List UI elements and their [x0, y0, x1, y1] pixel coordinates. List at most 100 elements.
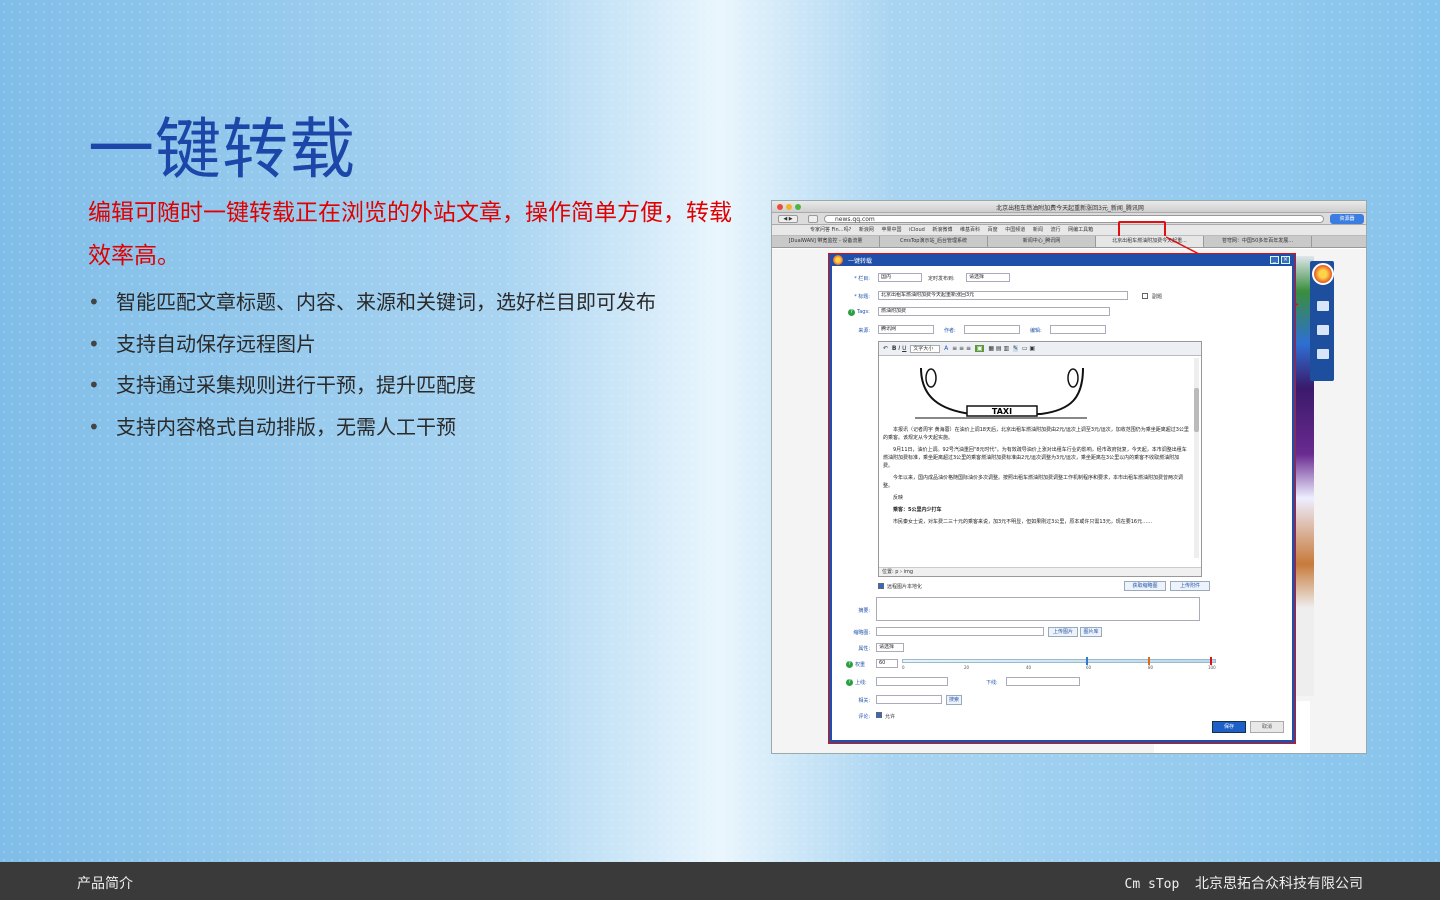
feature-text: 支持通过采集规则进行干预，提升匹配度	[116, 373, 476, 397]
weight-scale-label: 60	[1086, 665, 1092, 670]
summary-textarea[interactable]	[876, 597, 1200, 621]
save-remote-images-checkbox[interactable]	[878, 583, 884, 589]
title-label: * 标题:	[854, 294, 870, 300]
feature-text: 支持内容格式自动排版，无需人工干预	[116, 414, 456, 439]
help-icon[interactable]: ?	[848, 309, 855, 316]
feature-item: • 智能匹配文章标题、内容、来源和关键词，选好栏目即可发布	[88, 282, 748, 324]
author-label: 作者:	[944, 328, 956, 334]
slide-footer: 产品简介 Cm sTop 北京思拓合众科技有限公司	[0, 862, 1440, 900]
undo-icon[interactable]: ↶	[883, 345, 888, 352]
subtitle-checkbox[interactable]	[1142, 293, 1148, 299]
tags-input[interactable]: 燃油附加费	[878, 307, 1110, 316]
weight-label: 权重	[855, 662, 866, 668]
dialog-close-button[interactable]: ×	[1281, 256, 1290, 264]
help-icon[interactable]: ?	[846, 679, 853, 686]
dialog-title: 一键转载	[848, 258, 873, 265]
upload-image-button[interactable]: 上传图片	[1048, 627, 1078, 637]
weight-scale-label: 100	[1208, 665, 1216, 670]
title-input[interactable]: 北京出租车燃油附加费今天起重新涨回3元	[878, 291, 1128, 300]
article-paragraph: 本报讯（记者周宇 黄海蓉）在油价上调18天后，北京出租车燃油附加费由2元/运次上…	[883, 427, 1189, 441]
timed-publish-select[interactable]: 请选择	[966, 273, 1010, 282]
feature-item: • 支持自动保存远程图片	[88, 324, 748, 366]
image-library-button[interactable]: 图片库	[1080, 627, 1102, 637]
weight-input[interactable]: 60	[876, 659, 898, 668]
save-button[interactable]: 保存	[1212, 721, 1246, 733]
related-input[interactable]	[876, 695, 942, 704]
subtitle-label: 副题	[1152, 294, 1163, 300]
footer-section-label: 产品简介	[77, 876, 133, 892]
source-label: 来源:	[858, 328, 870, 334]
italic-icon[interactable]: I	[898, 345, 900, 352]
weight-slider-handle[interactable]	[1086, 657, 1088, 665]
feature-item: • 支持内容格式自动排版，无需人工干预	[88, 407, 748, 449]
tags-label: Tags:	[857, 309, 870, 315]
product-screenshot: 北京出租车燃油附加费今天起重新涨回3元_新闻_腾讯网 ◀ ▶ news.qq.c…	[771, 200, 1367, 754]
column-select[interactable]: 国内	[878, 273, 922, 282]
column-label: * 栏目:	[854, 276, 870, 282]
thumbnail-input[interactable]	[876, 627, 1044, 636]
related-label: 相关:	[858, 698, 870, 704]
dialog-logo-icon	[833, 255, 843, 265]
offline-date-input[interactable]	[1006, 677, 1080, 686]
search-button[interactable]: 搜索	[946, 695, 962, 705]
cancel-button[interactable]: 取消	[1250, 721, 1284, 733]
upload-attachment-button[interactable]: 上传附件	[1170, 581, 1210, 591]
feature-list: • 智能匹配文章标题、内容、来源和关键词，选好栏目即可发布 • 支持自动保存远程图片…	[88, 282, 748, 448]
author-input[interactable]	[964, 325, 1020, 334]
bullet-icon: •	[88, 373, 100, 397]
save-remote-images-label: 远程图片本地化	[887, 584, 923, 590]
feature-item: • 支持通过采集规则进行干预，提升匹配度	[88, 365, 748, 407]
online-label: 上线:	[855, 680, 867, 686]
comment-checkbox[interactable]	[876, 712, 882, 718]
bullet-icon: •	[88, 414, 100, 439]
bullet-icon: •	[88, 331, 100, 356]
weight-slider-marker	[1148, 657, 1150, 665]
source-input[interactable]: 腾讯网	[878, 325, 934, 334]
bold-icon[interactable]: B	[892, 345, 897, 352]
editor-toolbar: ↶ B I U 文字大小 A ≡ ≡ ≡ ▣ ▦ ▤ ▥ ✎ ▭ ▣	[879, 342, 1201, 356]
footer-company: Cm sTop 北京思拓合众科技有限公司	[1125, 873, 1363, 893]
auto-thumb-button[interactable]: 获取缩略图	[1124, 581, 1166, 591]
article-paragraph: 乘客：5公里内少打车	[893, 507, 942, 513]
table-icon[interactable]: ▦ ▤ ▥	[988, 345, 1009, 352]
help-icon[interactable]: ?	[846, 661, 853, 668]
online-date-input[interactable]	[876, 677, 948, 686]
editor-status-path: 位置: p › img	[879, 567, 1201, 576]
rich-text-editor[interactable]: ↶ B I U 文字大小 A ≡ ≡ ≡ ▣ ▦ ▤ ▥ ✎ ▭ ▣ TAXI …	[878, 341, 1202, 577]
weight-slider[interactable]	[902, 659, 1216, 663]
attribute-select[interactable]: 请选择	[876, 643, 904, 652]
dialog-minimize-button[interactable]: _	[1270, 256, 1279, 264]
weight-scale-label: 20	[964, 665, 970, 670]
comment-label: 评论:	[858, 714, 870, 720]
timed-publish-label: 定时发布到:	[928, 276, 955, 282]
feature-text: 支持自动保存远程图片	[116, 331, 316, 356]
weight-scale-label: 0	[902, 665, 905, 670]
weight-scale-label: 40	[1026, 665, 1032, 670]
align-icon[interactable]: ≡ ≡ ≡	[952, 345, 971, 352]
source-icon[interactable]: ✎	[1012, 345, 1018, 352]
underline-icon[interactable]: U	[902, 345, 906, 352]
article-paragraph: 今年以来，国内成品油价格随国际油价多次调整。按照出租车燃油附加费调整工作机制程序…	[883, 475, 1184, 489]
weight-scale-label: 80	[1148, 665, 1154, 670]
article-paragraph: 市民秦女士说，对车费二三十元的乘客来说，加3元不明显，但如果刚过3公里，原本或许…	[893, 519, 1153, 525]
article-paragraph: 反映	[893, 495, 904, 501]
font-color-icon[interactable]: A	[944, 345, 948, 352]
article-text: 本报讯（记者周宇 黄海蓉）在油价上调18天后，北京出租车燃油附加费由2元/运次上…	[883, 426, 1189, 530]
article-paragraph: 9月11日，油价上调。92号汽油重回"8元时代"。为有效疏导油价上涨对出租车行业…	[883, 447, 1187, 469]
editor-label: 编辑:	[1030, 328, 1042, 334]
font-size-select[interactable]: 文字大小	[910, 345, 941, 353]
comment-allow-label: 允许	[885, 714, 896, 720]
editor-scrollbar[interactable]	[1194, 358, 1199, 558]
offline-label: 下线:	[986, 680, 998, 686]
weight-slider-marker	[1210, 657, 1212, 665]
editor-content[interactable]: TAXI 本报讯（记者周宇 黄海蓉）在油价上调18天后，北京出租车燃油附加费由2…	[883, 356, 1193, 562]
footer-company-name: 北京思拓合众科技有限公司	[1195, 876, 1363, 892]
insert-image-icon[interactable]: ▣	[974, 345, 985, 352]
slide-lead-text: 编辑可随时一键转载正在浏览的外站文章，操作简单方便，转载效率高。	[88, 200, 732, 269]
footer-brand: Cm sTop	[1124, 877, 1180, 892]
feature-text: 智能匹配文章标题、内容、来源和关键词，选好栏目即可发布	[116, 290, 656, 314]
bullet-icon: •	[88, 290, 100, 314]
fullscreen-icon[interactable]: ▭ ▣	[1022, 345, 1035, 352]
editor-name-input[interactable]	[1050, 325, 1106, 334]
summary-label: 摘要:	[858, 608, 870, 614]
